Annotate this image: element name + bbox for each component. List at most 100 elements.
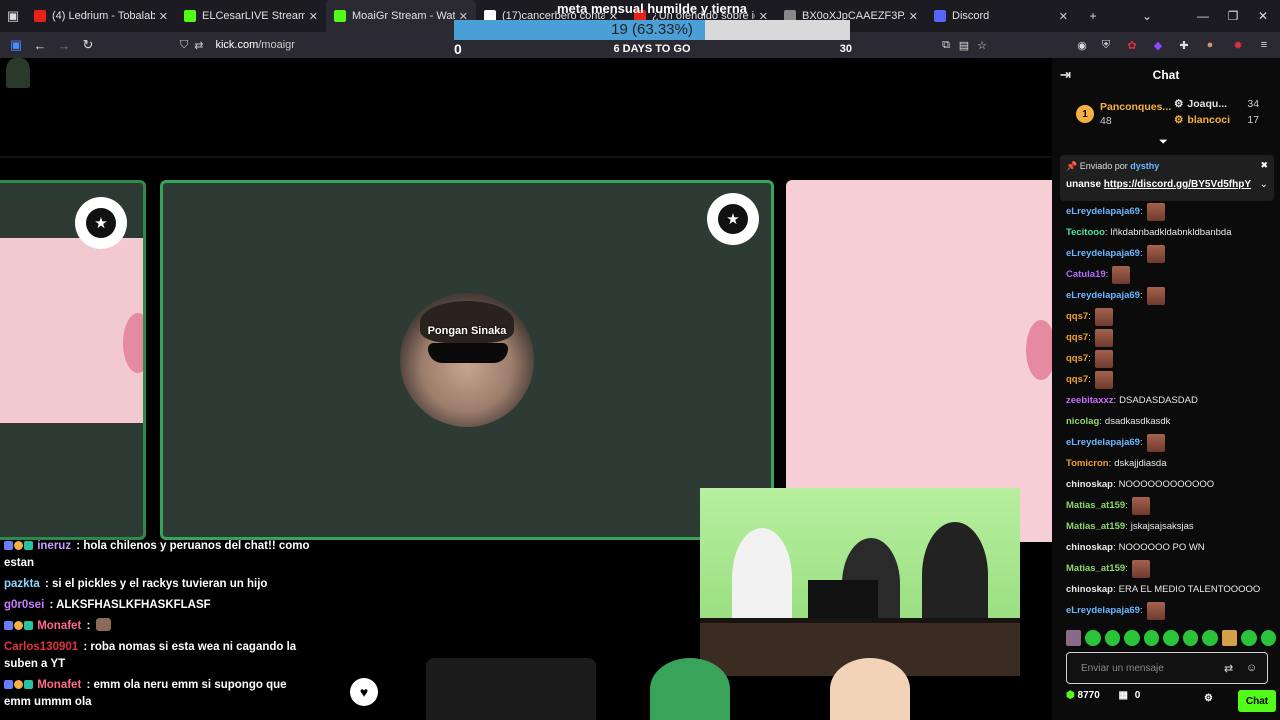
emote-icon[interactable] bbox=[1124, 630, 1140, 646]
chat-message[interactable]: eLreydelapaja69: bbox=[1066, 600, 1276, 621]
chat-message[interactable]: qqs7: bbox=[1066, 327, 1276, 348]
pinned-link[interactable]: https://discord.gg/BY5Vd5fhpY bbox=[1104, 179, 1251, 190]
back-button[interactable]: ← bbox=[28, 33, 52, 57]
menu-icon[interactable]: ≡ bbox=[1256, 37, 1272, 53]
bookmark-star-icon[interactable]: ☆ bbox=[974, 37, 990, 53]
points-value[interactable]: 8770 bbox=[1078, 690, 1100, 701]
settings-gear-icon[interactable]: ⚙ bbox=[1204, 693, 1213, 704]
tab-close-icon[interactable]: ✕ bbox=[1059, 10, 1068, 23]
chat-message[interactable]: qqs7: bbox=[1066, 369, 1276, 390]
chat-username[interactable]: chinoskap bbox=[1066, 583, 1113, 597]
emote-icon[interactable] bbox=[1066, 630, 1082, 646]
picture-in-picture-icon[interactable]: ⧉ bbox=[938, 37, 954, 53]
chat-message[interactable]: eLreydelapaja69: bbox=[1066, 432, 1276, 453]
permissions-icon[interactable]: ⇄ bbox=[194, 39, 203, 52]
extension-shield-icon[interactable]: ⛨ bbox=[1098, 37, 1114, 53]
translate-icon[interactable]: ⇄ bbox=[1224, 662, 1233, 675]
chat-username[interactable]: Tomicron bbox=[1066, 457, 1109, 471]
new-tab-button[interactable]: + bbox=[1078, 0, 1108, 32]
chat-message[interactable]: Matias_at159: bbox=[1066, 558, 1276, 579]
emote-icon[interactable] bbox=[1085, 630, 1101, 646]
extension-gear-icon[interactable]: ✹ bbox=[1230, 37, 1246, 53]
chat-username[interactable]: eLreydelapaja69 bbox=[1066, 436, 1140, 450]
browser-tab[interactable]: (4) Ledrium - Tobalaba, MUT, A ✕ bbox=[26, 0, 176, 32]
tab-close-icon[interactable]: ✕ bbox=[159, 10, 168, 23]
chat-message[interactable]: qqs7: bbox=[1066, 348, 1276, 369]
chat-username[interactable]: eLreydelapaja69 bbox=[1066, 289, 1140, 303]
emote-icon[interactable] bbox=[1241, 630, 1257, 646]
chat-username[interactable]: qqs7 bbox=[1066, 310, 1088, 324]
emote-icon[interactable] bbox=[1202, 630, 1218, 646]
chat-username[interactable]: eLreydelapaja69 bbox=[1066, 604, 1140, 618]
reload-button[interactable]: ↻ bbox=[76, 33, 100, 57]
filter-icon[interactable]: ⏷ bbox=[1159, 136, 1168, 149]
leader-3[interactable]: ⚙ blancoci 17 bbox=[1174, 114, 1259, 126]
close-window-button[interactable]: ✕ bbox=[1248, 0, 1278, 32]
chat-message[interactable]: chinoskap: NOOOOOOOOOOOO bbox=[1066, 474, 1276, 495]
minimize-button[interactable]: — bbox=[1188, 0, 1218, 32]
chat-input[interactable]: Enviar un mensaje bbox=[1066, 652, 1268, 684]
chat-message[interactable]: chinoskap: NOOOOOO PO WN bbox=[1066, 537, 1276, 558]
chat-username[interactable]: Tecitooo bbox=[1066, 226, 1105, 240]
chat-username[interactable]: chinoskap bbox=[1066, 478, 1113, 492]
forward-button[interactable]: → bbox=[52, 33, 76, 57]
thumb[interactable] bbox=[830, 658, 910, 720]
chat-message[interactable]: Matias_at159: bbox=[1066, 495, 1276, 516]
chat-username[interactable]: eLreydelapaja69 bbox=[1066, 247, 1140, 261]
extension-twitch-icon[interactable]: ◆ bbox=[1150, 37, 1166, 53]
extension-avatar-icon[interactable]: ● bbox=[1202, 37, 1218, 53]
chat-send-button[interactable]: Chat bbox=[1238, 690, 1276, 712]
chat-username[interactable]: qqs7 bbox=[1066, 352, 1088, 366]
gift-icon[interactable]: ▦ bbox=[1119, 690, 1128, 701]
unpin-icon[interactable]: ✖ bbox=[1260, 160, 1268, 171]
sidebar-toggle-icon[interactable]: ▣ bbox=[4, 33, 28, 57]
emote-icon[interactable] bbox=[1260, 630, 1276, 646]
tab-close-icon[interactable]: ✕ bbox=[309, 10, 318, 23]
site-info-icon[interactable]: ⛉ bbox=[180, 39, 188, 52]
leader-2[interactable]: ⚙ Joaqu... 34 bbox=[1174, 98, 1259, 110]
chat-username[interactable]: nicolag bbox=[1066, 415, 1099, 429]
video-player[interactable]: ★ ★ Pongan Sinaka ♥ ineruz : hola chilen… bbox=[0, 58, 1052, 720]
thumb[interactable] bbox=[650, 658, 730, 720]
chat-username[interactable]: eLreydelapaja69 bbox=[1066, 205, 1140, 219]
chat-message[interactable]: chinoskap: ERA EL MEDIO TALENTOOOOO bbox=[1066, 579, 1276, 600]
chat-message[interactable]: qqs7: bbox=[1066, 306, 1276, 327]
browser-tab[interactable]: ELCesarLIVE Stream - Watch Liv ✕ bbox=[176, 0, 326, 32]
tab-close-icon[interactable]: ✕ bbox=[909, 10, 918, 23]
collapse-chat-icon[interactable]: ⇥ bbox=[1060, 67, 1071, 83]
thumb[interactable] bbox=[426, 658, 596, 720]
emoji-icon[interactable]: ☺ bbox=[1246, 662, 1257, 674]
chat-message[interactable]: eLreydelapaja69: bbox=[1066, 285, 1276, 306]
chat-username[interactable]: chinoskap bbox=[1066, 541, 1113, 555]
chat-message[interactable]: zeebitaxxz: DSADASDASDAD bbox=[1066, 390, 1276, 411]
leader-1[interactable]: 1 Panconques... 48 bbox=[1076, 100, 1171, 128]
reader-view-icon[interactable]: ▤ bbox=[956, 37, 972, 53]
chat-username[interactable]: Matias_at159 bbox=[1066, 499, 1125, 513]
chat-message[interactable]: Tomicron: dskajjdiasda bbox=[1066, 453, 1276, 474]
account-icon[interactable]: ◉ bbox=[1074, 37, 1090, 53]
emote-icon[interactable] bbox=[1182, 630, 1199, 646]
extensions-puzzle-icon[interactable]: ✚ bbox=[1176, 37, 1192, 53]
chat-message[interactable]: Catula19: bbox=[1066, 264, 1276, 285]
pinned-message[interactable]: 📌 Enviado por dysthy unanse https://disc… bbox=[1060, 155, 1274, 201]
extension-red-icon[interactable]: ✿ bbox=[1124, 37, 1140, 53]
chat-message[interactable]: Tecitooo: lñkdabnbadkldabnkldbanbda bbox=[1066, 222, 1276, 243]
emote-icon[interactable] bbox=[1163, 630, 1179, 646]
browser-tab[interactable]: Discord ✕ bbox=[926, 0, 1076, 32]
chat-message[interactable]: nicolag: dsadkasdkasdk bbox=[1066, 411, 1276, 432]
emote-icon[interactable] bbox=[1143, 630, 1160, 646]
emote-icon[interactable] bbox=[1221, 630, 1238, 646]
chat-username[interactable]: qqs7 bbox=[1066, 331, 1088, 345]
chat-username[interactable]: Matias_at159 bbox=[1066, 520, 1125, 534]
chat-username[interactable]: Matias_at159 bbox=[1066, 562, 1125, 576]
expand-chevron-icon[interactable]: ⌄ bbox=[1260, 179, 1268, 190]
emote-icon[interactable] bbox=[1104, 630, 1121, 646]
maximize-button[interactable]: ❐ bbox=[1218, 0, 1248, 32]
address-bar[interactable]: ⛉ ⇄ kick.com/moaigr bbox=[180, 35, 295, 55]
chat-message[interactable]: eLreydelapaja69: bbox=[1066, 243, 1276, 264]
tab-overflow-chevron-icon[interactable]: ⌄ bbox=[1132, 0, 1162, 32]
tab-list-icon[interactable]: ▣ bbox=[0, 4, 26, 28]
chat-username[interactable]: zeebitaxxz bbox=[1066, 394, 1114, 408]
chat-username[interactable]: qqs7 bbox=[1066, 373, 1088, 387]
chat-message[interactable]: Matias_at159: jskajsajsaksjas bbox=[1066, 516, 1276, 537]
